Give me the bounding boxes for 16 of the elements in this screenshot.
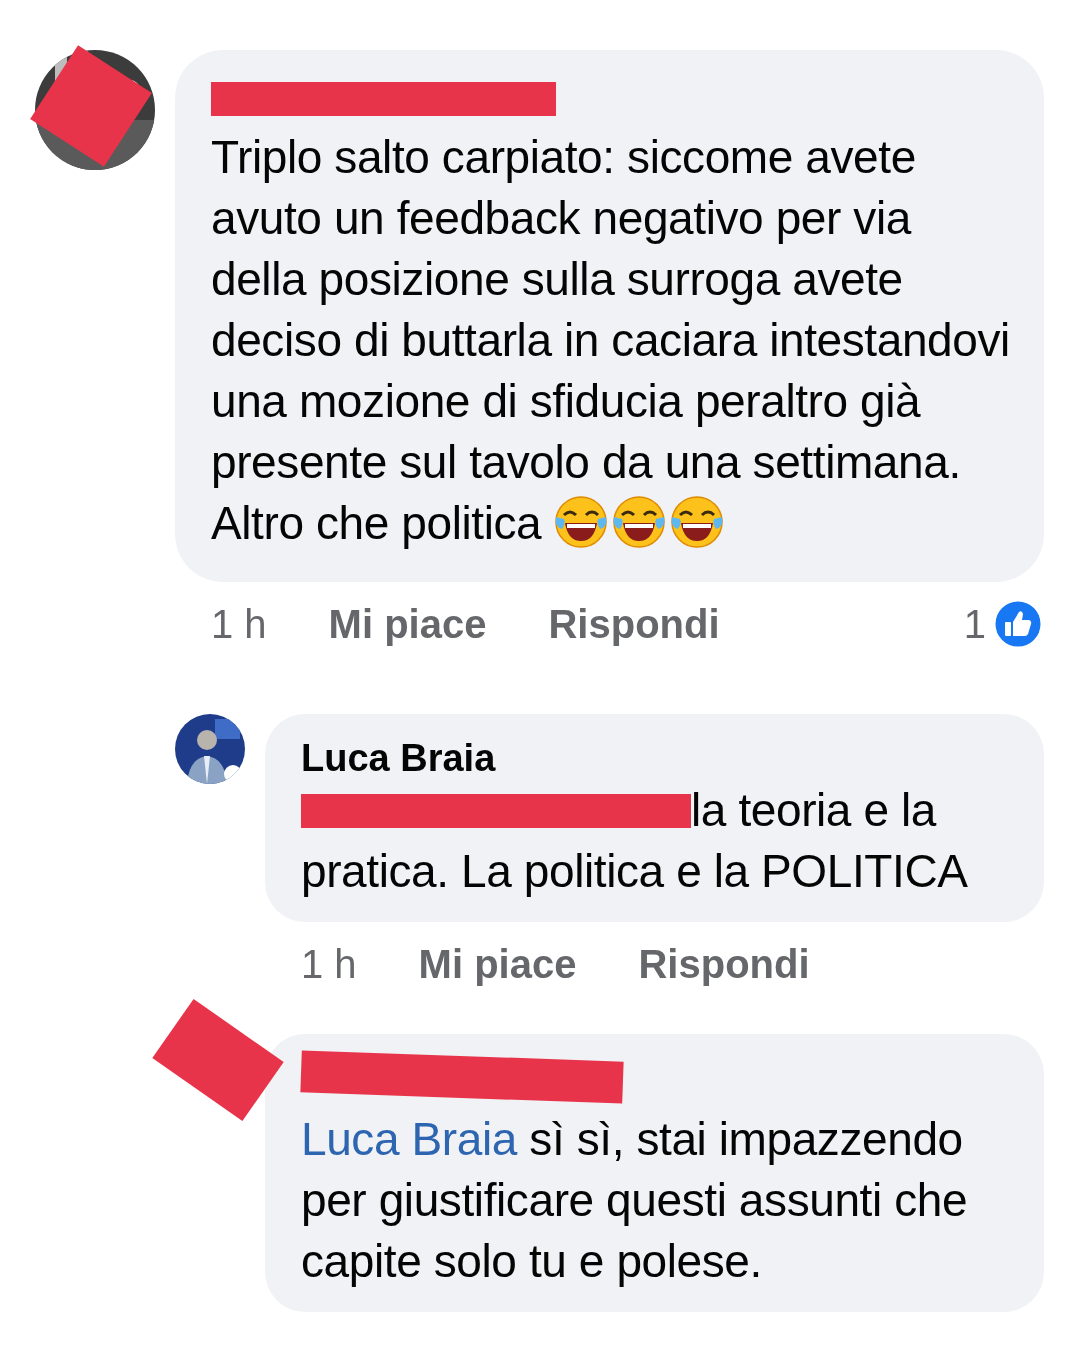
laughing-emoji-icon [669, 495, 724, 549]
laughing-emoji-icon [553, 495, 608, 549]
reply-link[interactable]: Rispondi [548, 594, 720, 654]
reply-link[interactable]: Rispondi [638, 934, 810, 994]
commenter-name[interactable]: Luca Braia [301, 736, 1014, 780]
mention-link[interactable]: Luca Braia [301, 1113, 517, 1165]
thumbs-up-icon [992, 598, 1044, 650]
like-link[interactable]: Mi piace [328, 594, 487, 654]
comment-text: Triplo salto carpiato: siccome avete avuto un feedback negativo per via della posizione sulla surroga avete deciso di buttarla in caciara intestandovi una mozione di sfiducia peraltro già presente sul tavolo da una settimana. Altro che politica [211, 130, 1011, 551]
timestamp: 1 h [211, 601, 267, 648]
laughing-emoji-icon [611, 495, 666, 549]
like-link[interactable]: Mi piace [418, 934, 577, 994]
comment-text: Luca Braia sì sì, stai impazzendo per giustificare questi assunti che capite solo tu e polese. [301, 1112, 969, 1289]
timestamp: 1 h [301, 941, 357, 988]
comment-text: la teoria e la pratica. La politica e la POLITICA [301, 783, 969, 899]
like-count: 1 [963, 601, 986, 648]
